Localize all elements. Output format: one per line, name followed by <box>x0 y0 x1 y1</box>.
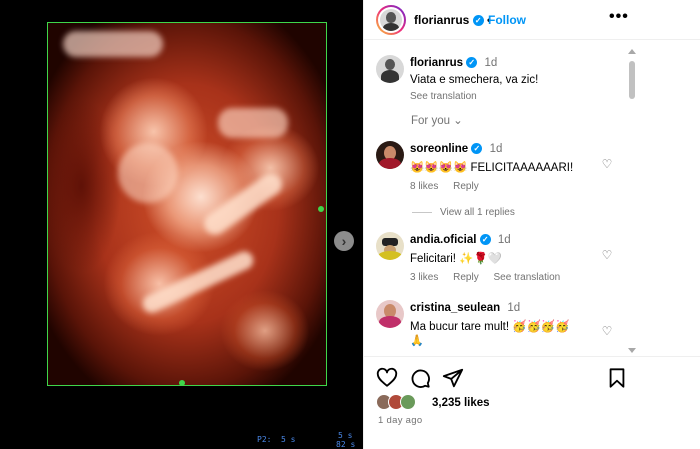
comment-item: soreonline ✓ 1d 😻😻😻😻 FELICITAAAAAARI! 8 … <box>376 141 626 201</box>
comment-text: Ma bucur tare mult! 🥳🥳🥳🥳 <box>410 321 570 333</box>
heart-icon[interactable]: ♡ <box>600 157 614 171</box>
crop-handle-right <box>318 206 324 212</box>
header-username[interactable]: florianrus ✓ • <box>414 13 491 27</box>
heart-icon[interactable]: ♡ <box>600 324 614 338</box>
scrollbar-thumb[interactable] <box>629 61 635 99</box>
bookmark-icon[interactable] <box>606 367 628 389</box>
follow-button[interactable]: Follow <box>488 13 526 27</box>
comment-likes[interactable]: 8 likes <box>410 181 438 192</box>
comment-avatar[interactable] <box>376 141 404 169</box>
comment-text: 😻😻😻😻 FELICITAAAAAARI! <box>410 162 574 174</box>
caption-avatar[interactable] <box>376 55 404 83</box>
scroll-down-arrow-icon[interactable] <box>628 348 636 353</box>
reply-button[interactable]: Reply <box>453 272 479 283</box>
heart-icon[interactable]: ♡ <box>600 248 614 262</box>
more-options-icon[interactable]: ••• <box>609 8 629 26</box>
action-bar: 3,235 likes 1 day ago <box>364 356 700 449</box>
comment-likes[interactable]: 3 likes <box>410 272 438 283</box>
crop-handle-bottom <box>179 380 185 386</box>
post-media: › P2: 5 s 5 s 82 s <box>0 0 363 449</box>
comment-username[interactable]: soreonline ✓ 1d <box>410 143 502 155</box>
comment-item: cristina_seulean 1d Ma bucur tare mult! … <box>376 300 626 356</box>
caption: florianrus ✓ 1d Viata e smechera, va zic… <box>376 55 626 105</box>
comments-scrollbar[interactable] <box>628 49 636 353</box>
comment-avatar[interactable] <box>376 232 404 260</box>
see-translation-link[interactable]: See translation <box>494 272 561 283</box>
header-avatar[interactable] <box>376 5 406 35</box>
next-media-button[interactable]: › <box>334 231 354 251</box>
caption-time: 1d <box>484 57 498 69</box>
overlay-right-top: 5 s <box>338 431 353 440</box>
overlay-5s: 5 s <box>281 435 296 444</box>
verified-icon: ✓ <box>479 234 491 246</box>
verified-icon: ✓ <box>466 57 478 69</box>
ultrasound-image <box>47 22 327 386</box>
caption-see-translation[interactable]: See translation <box>410 91 477 102</box>
verified-icon: ✓ <box>472 15 484 27</box>
comment-username[interactable]: andia.oficial ✓ 1d <box>410 234 511 246</box>
share-send-icon[interactable] <box>442 367 464 389</box>
view-replies-button[interactable]: View all 1 replies <box>412 207 515 218</box>
sort-for-you-dropdown[interactable]: For you ⌄ <box>411 113 463 127</box>
comment-meta: 3 likes Reply See translation <box>410 272 572 283</box>
likes-count[interactable]: 3,235 likes <box>432 397 490 409</box>
comment-bubble-icon[interactable] <box>409 367 431 389</box>
caption-text: Viata e smechera, va zic! <box>410 74 539 86</box>
post-sidebar: florianrus ✓ • Follow ••• florianrus ✓ 1… <box>363 0 700 449</box>
scroll-up-arrow-icon[interactable] <box>628 49 636 54</box>
reply-button[interactable]: Reply <box>453 181 479 192</box>
overlay-p2: P2: <box>257 435 272 444</box>
comment-meta: 8 likes Reply <box>410 181 491 192</box>
post-header: florianrus ✓ • Follow ••• <box>364 0 700 40</box>
overlay-right-bottom: 82 s <box>336 440 356 449</box>
post-timestamp: 1 day ago <box>378 415 423 426</box>
caption-username[interactable]: florianrus ✓ 1d <box>410 57 497 69</box>
comments-list[interactable]: florianrus ✓ 1d Viata e smechera, va zic… <box>364 41 700 356</box>
comment-username[interactable]: cristina_seulean 1d <box>410 302 520 314</box>
comment-extra: 🙏 <box>410 335 424 347</box>
comment-avatar[interactable] <box>376 300 404 328</box>
verified-icon: ✓ <box>471 143 483 155</box>
comment-item: andia.oficial ✓ 1d Felicitari! ✨🌹🤍 3 lik… <box>376 232 626 292</box>
like-heart-icon[interactable] <box>376 367 398 389</box>
liker-avatar <box>400 394 416 410</box>
comment-text: Felicitari! ✨🌹🤍 <box>410 253 503 265</box>
